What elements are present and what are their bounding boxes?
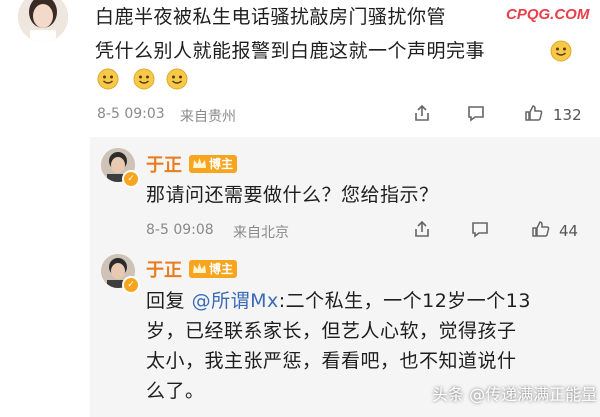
reply-text-line1: 回复 @所谓Mx:二个私生，一个12岁一个13	[146, 286, 531, 316]
share-icon[interactable]	[412, 103, 432, 123]
smile-emoji-icon	[97, 68, 119, 90]
reply-prefix: 回复	[146, 290, 186, 312]
badge-label: 博主	[209, 157, 234, 171]
main-comment-timestamp: 8-5 09:03	[97, 106, 165, 122]
comment-icon[interactable]	[470, 219, 490, 239]
blogger-badge: 博主	[189, 155, 238, 173]
smile-emoji-icon	[550, 40, 572, 62]
verified-icon: ✓	[122, 276, 140, 294]
smile-emoji-icon	[166, 68, 188, 90]
crown-icon	[193, 158, 206, 168]
reply-text-line4: 么了。	[146, 380, 205, 402]
main-comment-location: 来自贵州	[180, 109, 236, 125]
blogger-badge: 博主	[189, 260, 238, 278]
reply-location: 来自北京	[233, 225, 289, 241]
reply-timestamp: 8-5 09:08	[146, 222, 214, 238]
reply-text-line2: 岁，已经联系家长，但艺人心软，觉得孩子	[146, 320, 517, 342]
mention-link[interactable]: @所谓Mx	[192, 290, 279, 312]
footer-watermark: 头条 @传递满满正能量	[432, 385, 598, 404]
share-icon[interactable]	[412, 219, 432, 239]
reply-like-count: 44	[559, 222, 579, 240]
reply-username[interactable]: 于正	[146, 256, 182, 282]
badge-label: 博主	[209, 262, 234, 276]
crown-icon	[193, 263, 206, 273]
comment-icon[interactable]	[466, 103, 486, 123]
main-like-count: 132	[553, 106, 582, 124]
verified-icon: ✓	[122, 170, 140, 188]
reply-username[interactable]: 于正	[146, 151, 182, 177]
like-icon[interactable]	[524, 103, 544, 123]
main-comment-line2: 凭什么别人就能报警到白鹿这就一个声明完事	[95, 40, 486, 62]
main-comment-line1: 白鹿半夜被私生电话骚扰敲房门骚扰你管	[95, 6, 447, 28]
site-watermark: CPQG.COM	[506, 6, 590, 23]
reply-text-line3: 太小，我主张严惩，看看吧，也不知道说什	[146, 350, 517, 372]
reply-text: 那请问还需要做什么？您给指示？	[146, 184, 439, 206]
like-icon[interactable]	[531, 219, 551, 239]
reply-text-part: :二个私生，一个12岁一个13	[278, 290, 531, 312]
smile-emoji-icon	[133, 68, 155, 90]
commenter-avatar[interactable]	[18, 0, 68, 42]
